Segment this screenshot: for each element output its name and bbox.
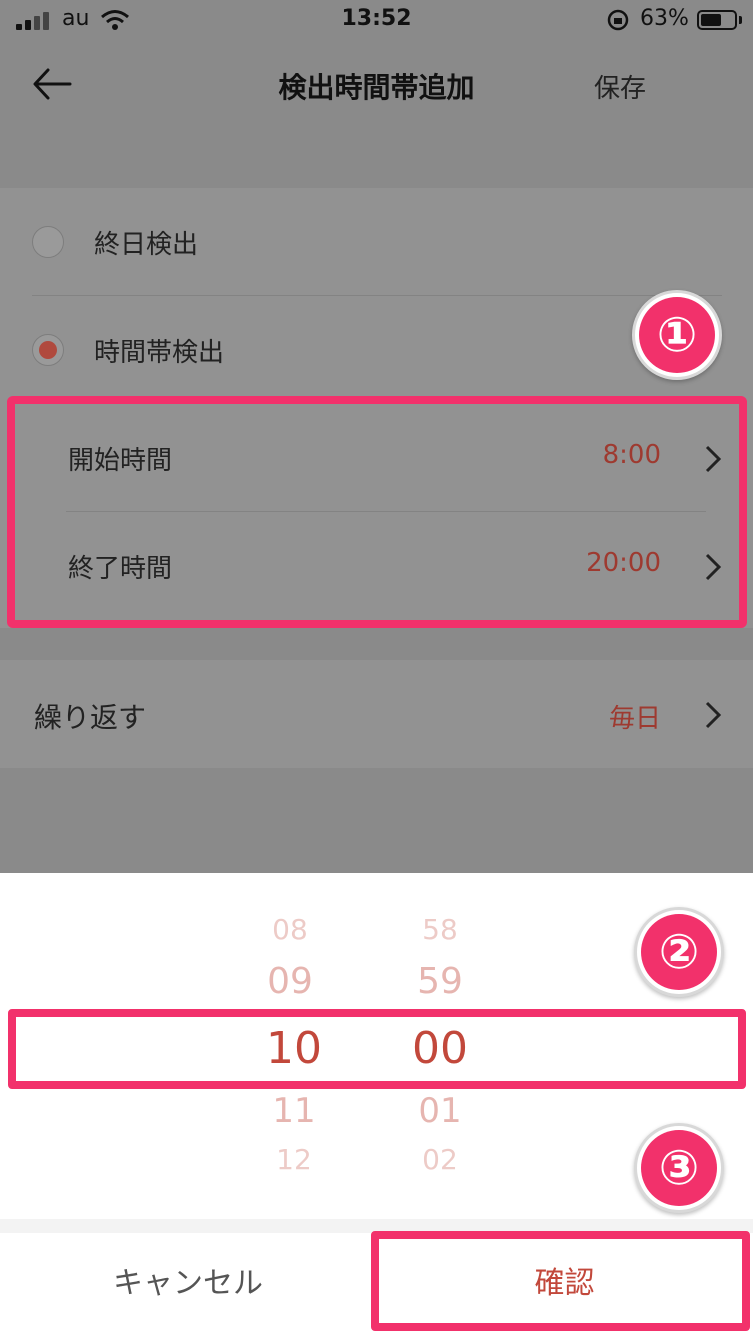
radio-time-range[interactable] <box>32 334 64 366</box>
save-button[interactable]: 保存 <box>594 68 646 105</box>
cancel-button[interactable]: キャンセル <box>0 1233 376 1334</box>
step-badge-2: ② <box>634 907 724 997</box>
time-picker-sheet: 08 09 10 11 12 58 59 00 01 02 ② ③ キャンセル … <box>0 873 753 1334</box>
step-badge-1: ① <box>632 290 722 380</box>
hour-option[interactable]: 11 <box>234 1091 354 1131</box>
radio-row-all-day[interactable]: 終日検出 <box>0 188 753 296</box>
all-day-label: 終日検出 <box>94 230 199 260</box>
minute-option[interactable]: 58 <box>380 913 500 946</box>
nav-bar: 検出時間帯追加 保存 <box>0 40 753 130</box>
minute-option[interactable]: 02 <box>380 1143 500 1176</box>
highlight-box-confirm <box>371 1231 750 1331</box>
battery-nub <box>739 16 742 24</box>
hour-option[interactable]: 08 <box>230 913 350 946</box>
hour-option[interactable]: 12 <box>234 1143 354 1176</box>
time-range-label: 時間帯検出 <box>94 338 225 368</box>
dimmed-screen: au 13:52 63% 検出時間帯追加 保存 終日検出 時間帯検出 開始時間 … <box>0 0 753 873</box>
radio-all-day[interactable] <box>32 226 64 258</box>
hour-option[interactable]: 09 <box>230 961 350 1002</box>
repeat-row[interactable]: 繰り返す 毎日 <box>0 660 753 768</box>
step-badge-3: ③ <box>634 1123 724 1213</box>
highlight-box-picker-selection <box>8 1009 746 1089</box>
repeat-label: 繰り返す <box>34 701 147 734</box>
minute-option[interactable]: 59 <box>380 961 500 1002</box>
minute-option[interactable]: 01 <box>380 1091 500 1131</box>
battery-icon <box>697 10 737 30</box>
chevron-right-icon <box>705 701 722 729</box>
highlight-box-time-settings <box>7 396 747 628</box>
rotation-lock-icon <box>607 9 629 31</box>
repeat-value: 毎日 <box>608 704 661 734</box>
status-bar: au 13:52 63% <box>0 0 753 40</box>
battery-percent: 63% <box>640 6 689 31</box>
